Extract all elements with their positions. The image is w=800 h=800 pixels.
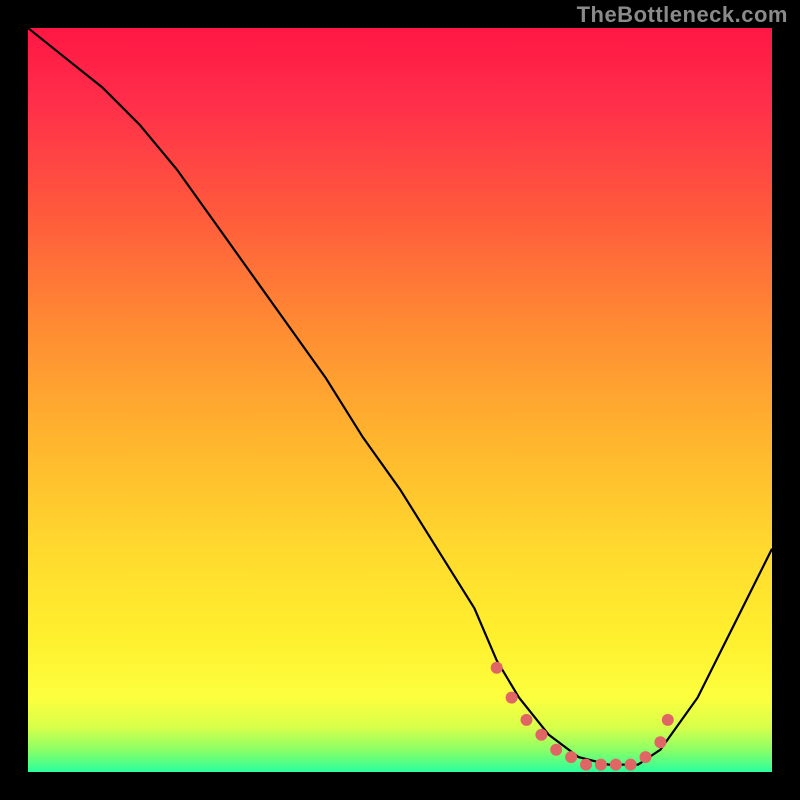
optimal-marker bbox=[610, 759, 622, 771]
optimal-marker bbox=[640, 751, 652, 763]
optimal-marker bbox=[565, 751, 577, 763]
optimal-marker bbox=[550, 744, 562, 756]
optimal-marker bbox=[580, 759, 592, 771]
chart-container: TheBottleneck.com bbox=[0, 0, 800, 800]
bottleneck-chart bbox=[28, 28, 772, 772]
gradient-background bbox=[28, 28, 772, 772]
optimal-marker bbox=[521, 714, 533, 726]
optimal-marker bbox=[535, 729, 547, 741]
optimal-marker bbox=[654, 736, 666, 748]
optimal-marker bbox=[506, 692, 518, 704]
optimal-marker bbox=[625, 759, 637, 771]
watermark-text: TheBottleneck.com bbox=[577, 2, 788, 28]
optimal-marker bbox=[595, 759, 607, 771]
optimal-marker bbox=[491, 662, 503, 674]
optimal-marker bbox=[662, 714, 674, 726]
